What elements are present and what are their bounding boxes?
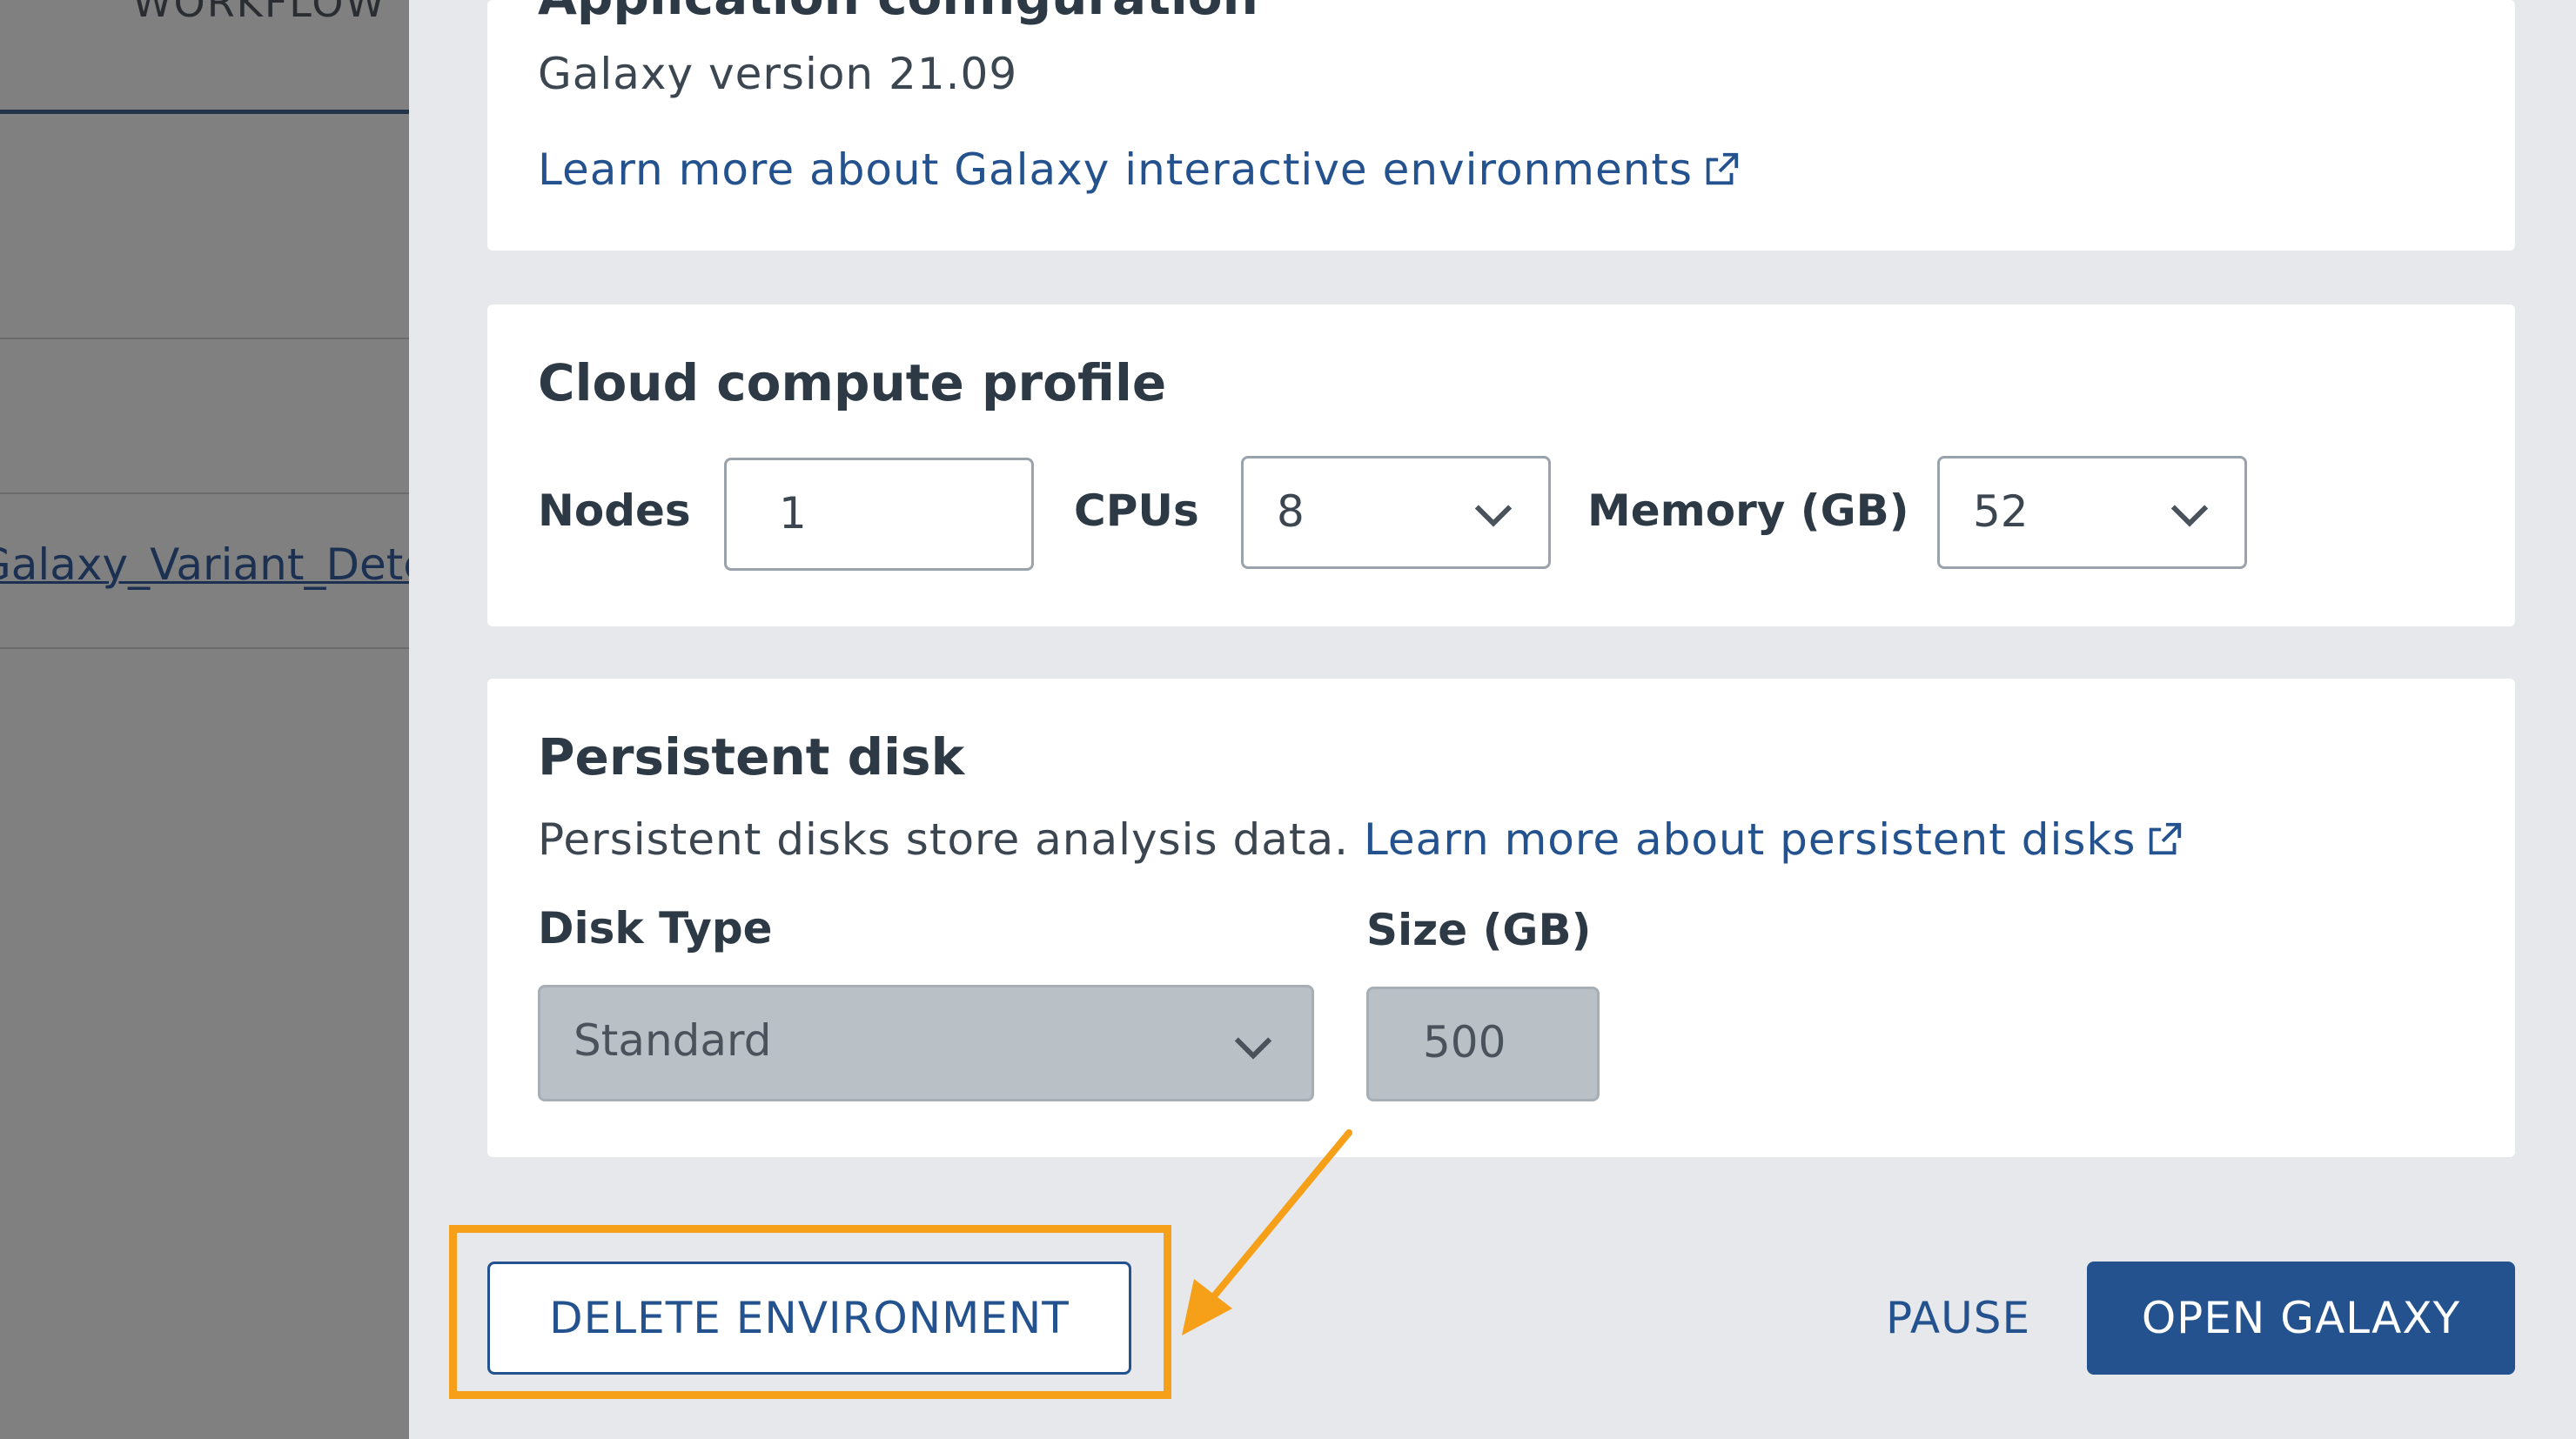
chevron-down-icon: [1234, 1037, 1272, 1060]
disk-type-select[interactable]: Standard: [538, 985, 1314, 1101]
active-tab-underline: [0, 110, 409, 114]
persistent-disk-description: Persistent disks store analysis data. Le…: [538, 814, 2184, 865]
external-link-icon: [1706, 152, 1739, 185]
nodes-value: 1: [779, 488, 807, 539]
galaxy-version-text: Galaxy version 21.09: [538, 49, 1018, 99]
open-galaxy-button[interactable]: OPEN GALAXY: [2087, 1262, 2515, 1375]
application-configuration-title: Application configuration: [538, 0, 1258, 26]
table-divider: [0, 492, 409, 494]
pause-button[interactable]: PAUSE: [1854, 1262, 2063, 1375]
disk-size-label: Size (GB): [1366, 905, 1592, 955]
disk-type-label: Disk Type: [538, 903, 773, 954]
delete-environment-button[interactable]: DELETE ENVIRONMENT: [487, 1262, 1131, 1375]
table-divider: [0, 647, 409, 649]
galaxy-learn-more-label: Learn more about Galaxy interactive envi…: [538, 144, 1694, 195]
cloud-compute-title: Cloud compute profile: [538, 353, 1167, 412]
persistent-disk-description-text: Persistent disks store analysis data.: [538, 814, 1350, 865]
memory-select[interactable]: 52: [1937, 456, 2247, 569]
cpus-label: CPUs: [1074, 485, 1199, 536]
galaxy-learn-more-link[interactable]: Learn more about Galaxy interactive envi…: [538, 144, 1741, 195]
disk-type-value: Standard: [574, 1015, 772, 1066]
disk-size-value: 500: [1423, 1017, 1506, 1068]
environment-panel: Application configuration Galaxy version…: [409, 0, 2576, 1439]
workflow-link[interactable]: Galaxy_Variant_Detection: [0, 539, 409, 590]
nodes-label: Nodes: [538, 485, 691, 536]
chevron-down-icon: [2170, 505, 2209, 527]
persistent-disk-learn-more-label: Learn more about persistent disks: [1363, 814, 2137, 865]
persistent-disk-learn-more-link[interactable]: Learn more about persistent disks: [1364, 814, 2185, 865]
cloud-compute-profile-card: Cloud compute profile Nodes 1 CPUs 8 Mem…: [487, 305, 2515, 626]
disk-size-input[interactable]: 500: [1366, 987, 1600, 1101]
persistent-disk-card: Persistent disk Persistent disks store a…: [487, 679, 2515, 1157]
application-configuration-card: Application configuration Galaxy version…: [487, 0, 2515, 251]
background-workspace: WORKFLOW Galaxy_Variant_Detection: [0, 0, 409, 1439]
table-divider: [0, 338, 409, 339]
cpus-value: 8: [1277, 486, 1305, 537]
cpus-select[interactable]: 8: [1241, 456, 1551, 569]
external-link-icon: [2150, 822, 2182, 855]
workflows-tab-label: WORKFLOW: [132, 0, 386, 26]
memory-value: 52: [1973, 486, 2029, 537]
memory-label: Memory (GB): [1587, 485, 1909, 536]
nodes-input[interactable]: 1: [724, 458, 1034, 571]
persistent-disk-title: Persistent disk: [538, 727, 965, 786]
chevron-down-icon: [1474, 505, 1513, 527]
